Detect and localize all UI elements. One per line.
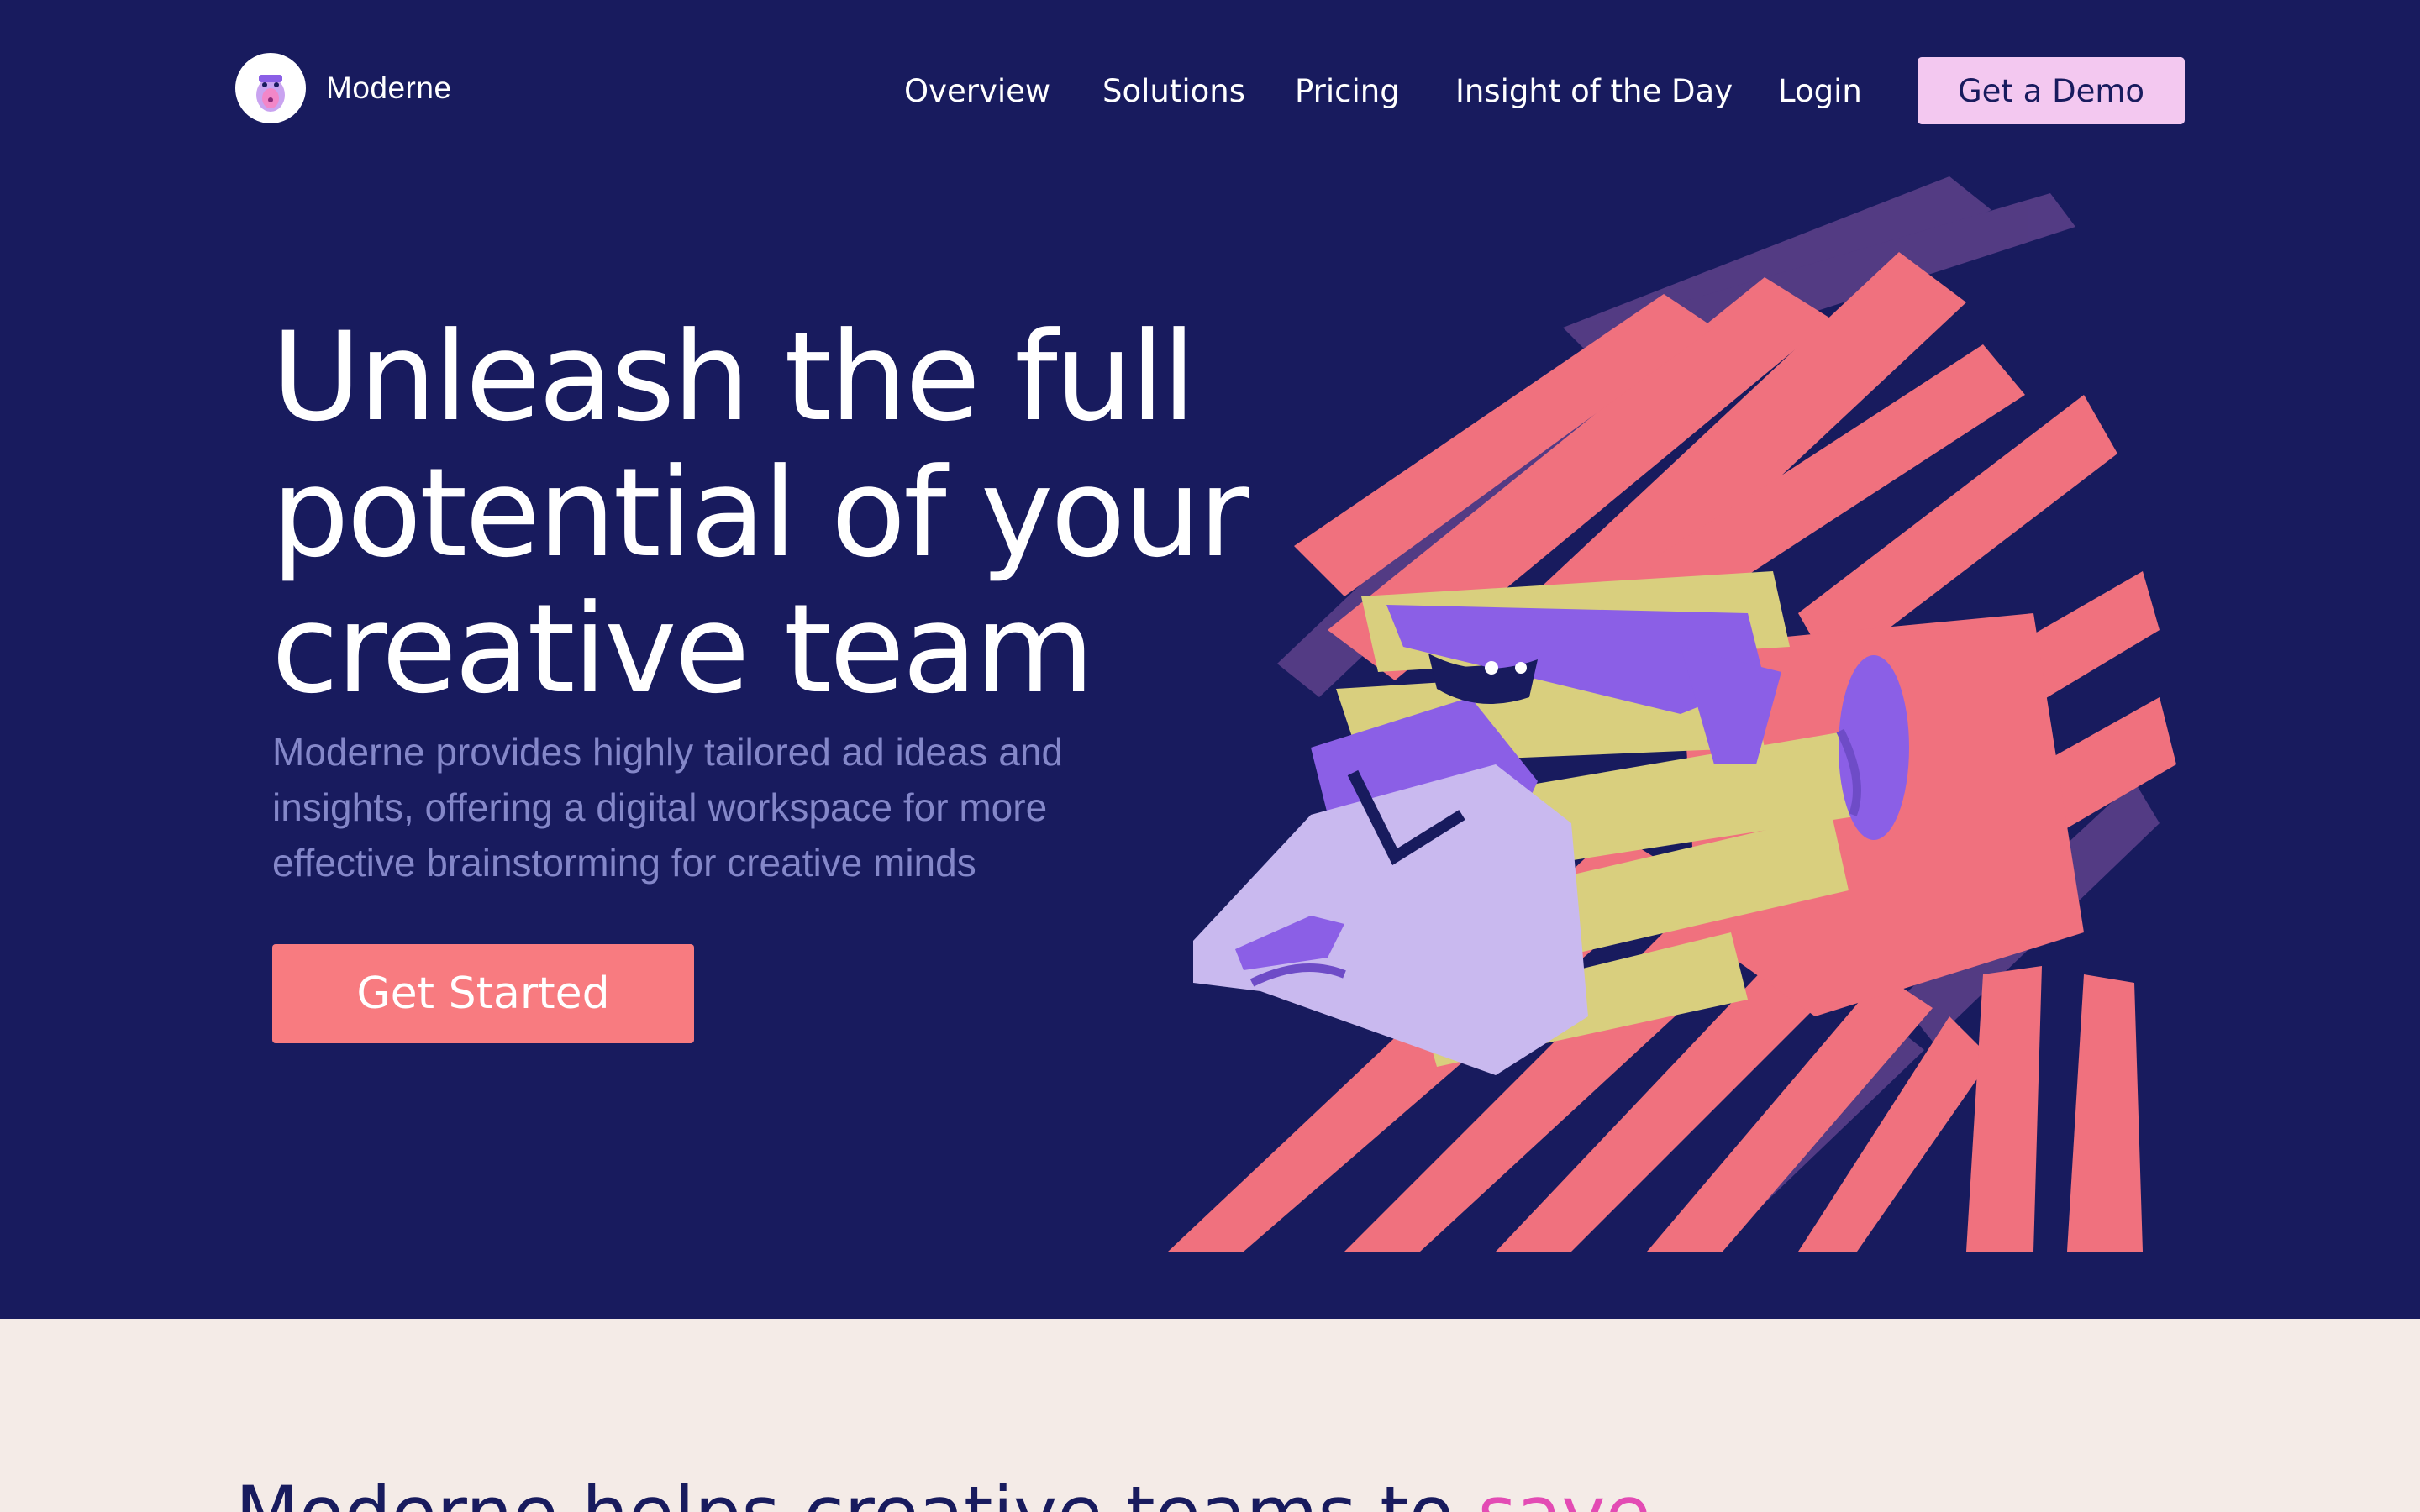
nav-link-insight-of-the-day[interactable]: Insight of the Day bbox=[1455, 73, 1733, 109]
brand-logo[interactable]: Moderne bbox=[235, 53, 452, 123]
features-section: Moderne helps creative teams to save bbox=[0, 1319, 2420, 1512]
nav-link-solutions[interactable]: Solutions bbox=[1102, 73, 1245, 109]
description-line: Moderne provides highly tailored ad idea… bbox=[272, 730, 1064, 774]
hero-headline: Unleash the full potential of your creat… bbox=[271, 306, 1249, 721]
nav-link-login[interactable]: Login bbox=[1778, 73, 1862, 109]
get-started-button[interactable]: Get Started bbox=[272, 944, 694, 1043]
nav-link-pricing[interactable]: Pricing bbox=[1295, 73, 1400, 109]
get-a-demo-button[interactable]: Get a Demo bbox=[1918, 57, 2185, 124]
brand-name: Moderne bbox=[326, 71, 452, 105]
headline-line: creative team bbox=[271, 578, 1095, 721]
gorilla-illustration bbox=[1168, 176, 2176, 1252]
headline-line: potential of your bbox=[271, 442, 1249, 585]
headline-line: Unleash the full bbox=[271, 306, 1196, 449]
hero-description: Moderne provides highly tailored ad idea… bbox=[272, 724, 1163, 890]
section-title-accent: save bbox=[1478, 1470, 1651, 1512]
description-line: effective brainstorming for creative min… bbox=[272, 841, 976, 885]
gorilla-logo-icon bbox=[235, 53, 306, 123]
hero-section: Moderne Overview Solutions Pricing Insig… bbox=[0, 0, 2420, 1319]
nav-link-overview[interactable]: Overview bbox=[904, 73, 1050, 109]
section-title: Moderne helps creative teams to save bbox=[235, 1470, 1651, 1512]
section-title-text: Moderne helps creative teams to bbox=[235, 1470, 1455, 1512]
description-line: insights, offering a digital workspace f… bbox=[272, 785, 1048, 829]
